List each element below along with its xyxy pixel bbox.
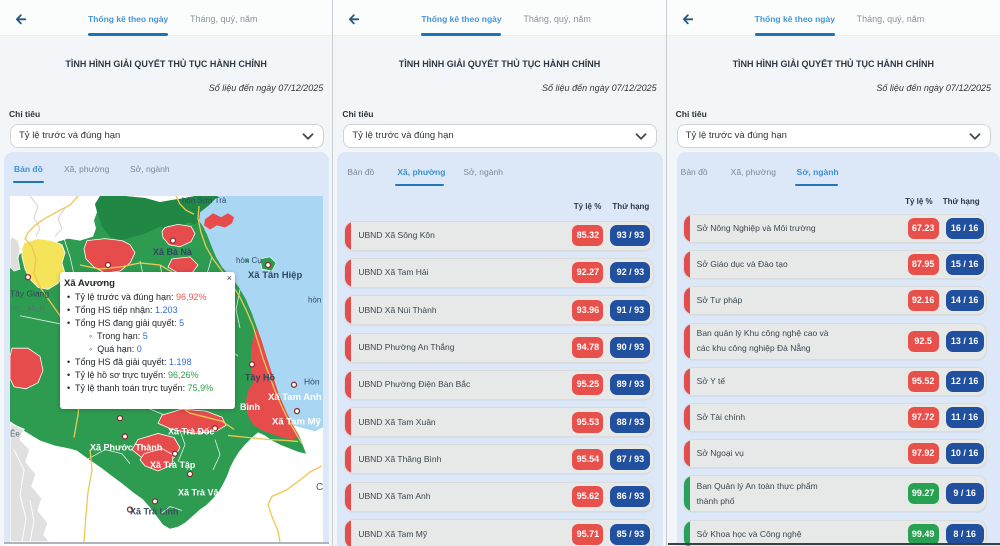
svg-text:Xã Tam Mỹ: Xã Tam Mỹ	[272, 416, 321, 427]
svg-text:Hòn: Hòn	[304, 377, 320, 387]
svg-text:Xã Bà Nà: Xã Bà Nà	[153, 247, 193, 257]
svg-text:Tây Giang: Tây Giang	[10, 288, 49, 298]
svg-text:hòn Cụ: hòn Cụ	[236, 256, 262, 265]
svg-text:hòn Sơn Trà: hòn Sơn Trà	[182, 196, 227, 205]
svg-text:Xã Tân Hiệp: Xã Tân Hiệp	[248, 270, 302, 281]
svg-text:Bình: Bình	[240, 402, 260, 412]
svg-text:ơn__xã_B: ơn__xã_B	[10, 304, 44, 313]
svg-text:Êе: Êе	[10, 429, 20, 438]
svg-text:Xã Tam Anh: Xã Tam Anh	[268, 392, 322, 403]
svg-text:C: C	[316, 482, 323, 493]
svg-text:Xã Trà Vân: Xã Trà Vân	[178, 487, 224, 497]
svg-text:Tây Hồ: Tây Hồ	[245, 373, 275, 383]
svg-text:hòn: hòn	[308, 295, 321, 304]
svg-text:Xã Phước Thành: Xã Phước Thành	[90, 443, 162, 453]
svg-text:Xã Trà Đốc: Xã Trà Đốc	[168, 426, 214, 436]
svg-text:Xã Trà Tập: Xã Trà Tập	[150, 460, 196, 470]
svg-text:Xã Trà Linh: Xã Trà Linh	[130, 507, 178, 517]
